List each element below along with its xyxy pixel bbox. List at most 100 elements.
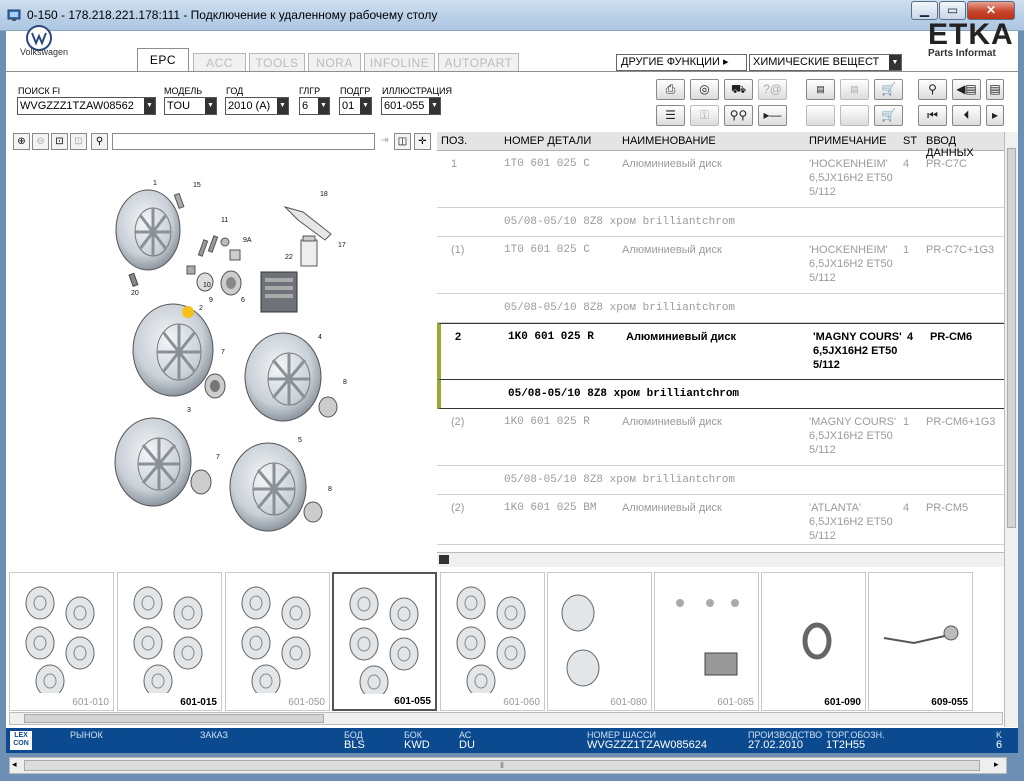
next-page-button[interactable]: ▸ — [986, 105, 1004, 126]
scroll-left-icon[interactable]: ◂ — [12, 759, 17, 770]
callout-4[interactable]: 4 — [318, 334, 322, 341]
illustration-search-input[interactable] — [112, 133, 375, 150]
thumbnail-601-080[interactable]: 601-080 — [547, 572, 652, 711]
table-row[interactable]: (2) 1K0 601 025 BM Алюминиевый диск 'ATLANT… — [437, 495, 1005, 545]
header-pos[interactable]: ПОЗ. — [441, 135, 467, 147]
zoom-out-button[interactable]: ⊖ — [32, 133, 49, 150]
table-subrow[interactable]: 05/08-05/10 8Z8 хром brilliantchrom — [437, 294, 1005, 323]
thumbnail-601-010[interactable]: 601-010 — [9, 572, 114, 711]
callout-7[interactable]: 7 — [216, 454, 220, 461]
expand-button[interactable]: ✛ — [414, 133, 431, 150]
disabled-button-2[interactable] — [840, 105, 869, 126]
thumbnail-601-090[interactable]: 601-090 — [761, 572, 866, 711]
callout-9A[interactable]: 9A — [243, 237, 252, 244]
window-scroll-thumb[interactable]: ⦀ — [24, 760, 980, 771]
callout-9[interactable]: 9 — [209, 297, 213, 304]
parts-illustration[interactable]: 1 15 11 9A 10 9 6 20 18 17 22 2 7 4 8 3 7 5 8 — [13, 152, 433, 567]
tab-nora[interactable]: NORA — [308, 53, 361, 72]
cd-button[interactable]: ◎ — [690, 79, 719, 100]
tab-infoline[interactable]: INFOLINE — [364, 53, 435, 72]
fi-search-field[interactable]: WVGZZZ1TZAW08562 ▼ — [17, 97, 156, 115]
header-part[interactable]: НОМЕР ДЕТАЛИ — [504, 135, 591, 147]
callout-22[interactable]: 22 — [285, 254, 293, 261]
year-select[interactable]: 2010 (A) ▼ — [225, 97, 289, 115]
tab-autopart[interactable]: AUTOPART — [438, 53, 519, 72]
export-button[interactable]: ⇥ — [376, 133, 393, 150]
callout-2[interactable]: 2 — [199, 305, 203, 312]
other-functions-select[interactable]: ХИМИЧЕСКИЕ ВЕЩЕСТ ▼ — [749, 54, 902, 71]
depot-button[interactable]: ▤ — [840, 79, 869, 100]
thumbnail-601-085[interactable]: 601-085 — [654, 572, 759, 711]
thumbnail-601-050[interactable]: 601-050 — [225, 572, 330, 711]
key-button[interactable]: ⚿ — [690, 105, 719, 126]
tab-epc[interactable]: EPC — [137, 48, 189, 72]
callout-20[interactable]: 20 — [131, 290, 139, 297]
subgroup-select[interactable]: 01 ▼ — [339, 97, 372, 115]
page-button[interactable]: ▤ — [986, 79, 1004, 100]
table-subrow[interactable]: 05/08-05/10 8Z8 хром brilliantchrom — [437, 466, 1005, 495]
callout-11[interactable]: 11 — [221, 217, 228, 224]
thumbnail-601-055[interactable]: 601-055 — [332, 572, 437, 711]
chevron-down-icon[interactable]: ▼ — [277, 98, 288, 114]
vertical-scrollbar[interactable] — [1004, 132, 1018, 727]
vehicle-button[interactable]: ⛟ — [724, 79, 753, 100]
help-button[interactable]: ?@ — [758, 79, 787, 100]
chevron-down-icon[interactable]: ▼ — [429, 98, 440, 114]
model-select[interactable]: TOU ▼ — [164, 97, 217, 115]
back-button[interactable]: ◀▤ — [952, 79, 981, 100]
chevron-down-icon[interactable]: ▼ — [360, 98, 371, 114]
chevron-down-icon[interactable]: ▼ — [318, 98, 329, 114]
thumbnail-601-060[interactable]: 601-060 — [440, 572, 545, 711]
tab-tools[interactable]: TOOLS — [249, 53, 305, 72]
chevron-down-icon[interactable]: ▼ — [205, 98, 216, 114]
table-subrow[interactable]: 05/08-05/10 8Z8 хром brilliantchrom — [437, 208, 1005, 237]
scrollbar-thumb[interactable] — [24, 714, 324, 723]
list-button[interactable]: ☰ — [656, 105, 685, 126]
window-hscrollbar[interactable]: ◂ ⦀ ▸ — [9, 757, 1007, 774]
scroll-right-icon[interactable]: ▸ — [994, 759, 999, 770]
group-select[interactable]: 6 ▼ — [299, 97, 330, 115]
search-button[interactable]: ⚲ — [91, 133, 108, 150]
callout-8[interactable]: 8 — [328, 486, 332, 493]
cart-button[interactable]: 🛒 — [874, 79, 903, 100]
play-button[interactable]: ▸— — [758, 105, 787, 126]
table-row[interactable]: (2) 1K0 601 025 R Алюминиевый диск 'MAGNY C… — [437, 409, 1005, 466]
print-button[interactable]: ⎙ — [656, 79, 685, 100]
table-row[interactable]: (1) 1T0 601 025 C Алюминиевый диск 'HOCKENH… — [437, 237, 1005, 294]
callout-10[interactable]: 10 — [203, 282, 211, 289]
header-st[interactable]: ST — [903, 135, 917, 147]
table-subrow[interactable]: 05/08-05/10 8Z8 хром brilliantchrom — [437, 380, 1005, 409]
tab-acc[interactable]: ACC — [193, 53, 246, 72]
callout-18[interactable]: 18 — [320, 191, 328, 198]
illustration-select[interactable]: 601-055 ▼ — [381, 97, 441, 115]
callout-15[interactable]: 15 — [193, 182, 201, 189]
chevron-down-icon[interactable]: ▼ — [889, 55, 901, 70]
thumbnail-601-015[interactable]: 601-015 — [117, 572, 222, 711]
table-row[interactable]: 2 1K0 601 025 R Алюминиевый диск 'MAGNY COU… — [437, 323, 1005, 380]
scroll-thumb[interactable] — [439, 555, 449, 564]
callout-7[interactable]: 7 — [221, 349, 225, 356]
chevron-down-icon[interactable]: ▼ — [144, 98, 155, 114]
elsa-button[interactable]: ▤ — [806, 79, 835, 100]
callout-1[interactable]: 1 — [153, 180, 157, 187]
header-note[interactable]: ПРИМЕЧАНИЕ — [809, 135, 887, 147]
header-name[interactable]: НАИМЕНОВАНИЕ — [622, 135, 716, 147]
callout-17[interactable]: 17 — [338, 242, 346, 249]
other-functions-label[interactable]: ДРУГИЕ ФУНКЦИИ ▸ — [616, 54, 747, 71]
callout-5[interactable]: 5 — [298, 437, 302, 444]
prev-page-button[interactable]: ⏴ — [952, 105, 981, 126]
zoom-fit-button[interactable]: ⊡ — [51, 133, 68, 150]
cart-list-button[interactable]: 🛒 — [874, 105, 903, 126]
callout-8[interactable]: 8 — [343, 379, 347, 386]
pin-button[interactable]: ⚲ — [918, 79, 947, 100]
disabled-button-1[interactable] — [806, 105, 835, 126]
thumbnail-scrollbar[interactable] — [9, 712, 1003, 725]
vscroll-thumb[interactable] — [1007, 148, 1016, 528]
table-row[interactable]: 1 1T0 601 025 C Алюминиевый диск 'HOCKENHEI… — [437, 151, 1005, 208]
callout-3[interactable]: 3 — [187, 407, 191, 414]
callout-6[interactable]: 6 — [241, 297, 245, 304]
zoom-area-button[interactable]: ⊡ — [70, 133, 87, 150]
zoom-in-button[interactable]: ⊕ — [13, 133, 30, 150]
motorbike-button[interactable]: ⚲⚲ — [724, 105, 753, 126]
split-view-button[interactable]: ◫ — [394, 133, 411, 150]
